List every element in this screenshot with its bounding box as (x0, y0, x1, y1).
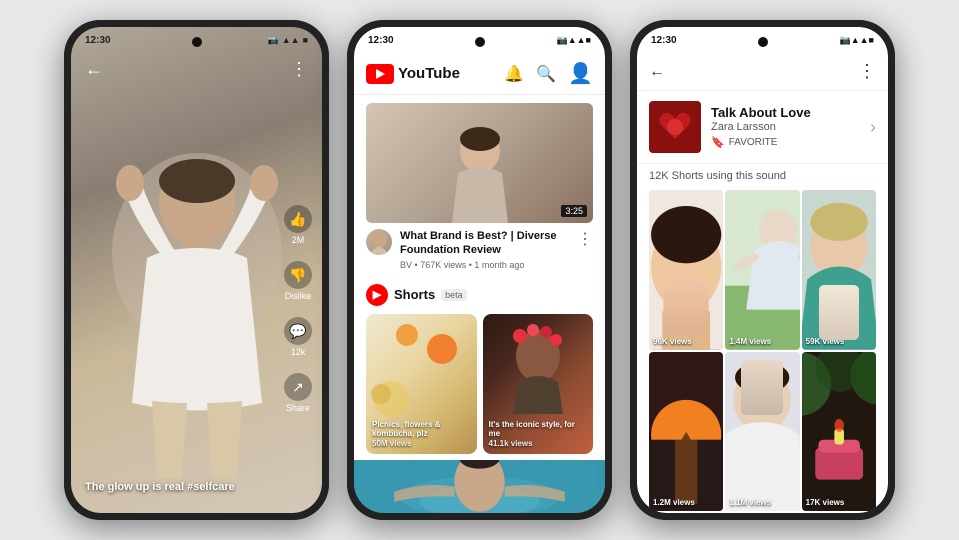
like-count: 2M (292, 235, 305, 245)
caption-text: The glow up is real #selfcare (85, 481, 272, 493)
video-title[interactable]: What Brand is Best? | Diverse Foundation… (400, 229, 569, 258)
grid-views-5: 1.1M views (729, 498, 771, 507)
profile-icon[interactable]: 👤 (568, 61, 593, 86)
pool-section (354, 460, 605, 513)
grid-item-5[interactable]: 1.1M views (725, 352, 799, 512)
shorts-header: ▶ Shorts beta (366, 284, 593, 306)
song-title: Talk About Love (711, 105, 860, 120)
more-options-icon[interactable]: ⋮ (290, 59, 308, 80)
sound-card: Talk About Love Zara Larsson 🔖 FAVORITE … (637, 91, 888, 164)
grid-item-3[interactable]: 59K views (802, 190, 876, 350)
short-thumb-2: It's the iconic style, for me 41.1k view… (483, 314, 594, 454)
favorite-row: 🔖 FAVORITE (711, 136, 860, 149)
video-more-icon[interactable]: ⋮ (577, 229, 593, 249)
shorts-section: ▶ Shorts beta (354, 278, 605, 460)
grid-views-6: 17K views (806, 498, 845, 507)
phone3-header: ← ⋮ (637, 53, 888, 91)
grid-item-2[interactable]: 1.4M views (725, 190, 799, 350)
grid-views-1: 96K views (653, 337, 692, 346)
grid-item-6[interactable]: 17K views (802, 352, 876, 512)
video-duration: 3:25 (561, 205, 587, 217)
shorts-label: Shorts (394, 287, 435, 302)
share-icon: ↗ (284, 373, 312, 401)
camera-hole-3 (758, 37, 768, 47)
short-thumb-1: Picnics, flowers & kombucha, plz 50M vie… (366, 314, 477, 454)
comment-count: 12k (291, 347, 306, 357)
short-item-2[interactable]: It's the iconic style, for me 41.1k view… (483, 314, 594, 454)
header-actions: 🔔 🔍 👤 (504, 61, 593, 86)
video-caption: The glow up is real #selfcare (85, 481, 272, 493)
grid-views-4: 1.2M views (653, 498, 695, 507)
short-2-title: It's the iconic style, for me (489, 420, 588, 438)
next-icon[interactable]: › (870, 117, 876, 138)
dislike-action[interactable]: 👎 Dislike (284, 261, 312, 301)
sound-thumbnail (649, 101, 701, 153)
share-label: Share (286, 403, 310, 413)
view-count: 767K views (420, 260, 466, 270)
grid-item-4[interactable]: 1.2M views (649, 352, 723, 512)
shorts-logo: ▶ (366, 284, 388, 306)
youtube-logo[interactable]: YouTube (366, 64, 460, 84)
dislike-label: Dislike (285, 291, 312, 301)
video-subtitle: BV • 767K views • 1 month ago (400, 260, 569, 270)
dislike-icon: 👎 (284, 261, 312, 289)
youtube-logo-icon (366, 64, 394, 84)
short-1-caption: Picnics, flowers & kombucha, plz 50M vie… (372, 420, 471, 448)
camera-hole-2 (475, 37, 485, 47)
more-icon-3[interactable]: ⋮ (858, 61, 876, 82)
share-action[interactable]: ↗ Share (284, 373, 312, 413)
short-1-title: Picnics, flowers & kombucha, plz (372, 420, 471, 438)
back-arrow-icon[interactable]: ← (85, 59, 103, 80)
comment-action[interactable]: 💬 12k (284, 317, 312, 357)
like-icon: 👍 (284, 205, 312, 233)
time-2: 12:30 (368, 35, 394, 46)
search-icon[interactable]: 🔍 (536, 64, 556, 84)
shorts-beta-badge: beta (441, 289, 467, 301)
video-info: What Brand is Best? | Diverse Foundation… (400, 229, 569, 270)
channel-avatar (366, 229, 392, 255)
favorite-label[interactable]: FAVORITE (729, 137, 778, 148)
actions-panel: 👍 2M 👎 Dislike 💬 12k ↗ Share (284, 205, 312, 413)
like-action[interactable]: 👍 2M (284, 205, 312, 245)
pool-thumbnail (354, 460, 605, 513)
grid-views-3: 59K views (806, 337, 845, 346)
status-icons-2: 📷▲▲■ (557, 35, 591, 46)
phone-1: 12:30 📷 ▲▲ ■ ← ⋮ (64, 20, 329, 520)
short-item-1[interactable]: Picnics, flowers & kombucha, plz 50M vie… (366, 314, 477, 454)
time-1: 12:30 (85, 35, 111, 46)
shorts-grid-3: 96K views (637, 188, 888, 513)
top-controls-1: ← ⋮ (71, 53, 322, 86)
thumb-person (440, 123, 520, 223)
comment-icon: 💬 (284, 317, 312, 345)
short-2-caption: It's the iconic style, for me 41.1k view… (489, 420, 588, 448)
bookmark-icon: 🔖 (711, 136, 725, 149)
grid-views-2: 1.4M views (729, 337, 771, 346)
short-1-views: 50M views (372, 439, 471, 448)
person-silhouette (107, 123, 287, 483)
sounds-count: 12K Shorts using this sound (637, 164, 888, 188)
status-icons-1: 📷 ▲▲ ■ (268, 35, 308, 46)
grid-item-1[interactable]: 96K views (649, 190, 723, 350)
notification-icon[interactable]: 🔔 (504, 64, 524, 84)
camera-hole (192, 37, 202, 47)
back-icon-3[interactable]: ← (649, 63, 665, 81)
video-thumbnail[interactable]: 3:25 (366, 103, 593, 223)
sounds-count-text: 12K Shorts using this sound (649, 170, 786, 182)
phone-3: 12:30 📷▲▲■ ← ⋮ (630, 20, 895, 520)
channel-name: BV (400, 260, 412, 270)
short-2-views: 41.1k views (489, 439, 588, 448)
time-3: 12:30 (651, 35, 677, 46)
phone-2: 12:30 📷▲▲■ YouTube 🔔 🔍 👤 (347, 20, 612, 520)
song-artist: Zara Larsson (711, 121, 860, 133)
sound-info: Talk About Love Zara Larsson 🔖 FAVORITE (711, 105, 860, 149)
time-ago: 1 month ago (474, 260, 524, 270)
video-metadata: What Brand is Best? | Diverse Foundation… (366, 229, 593, 270)
youtube-logo-text: YouTube (398, 65, 460, 82)
shorts-grid: Picnics, flowers & kombucha, plz 50M vie… (366, 314, 593, 454)
youtube-header: YouTube 🔔 🔍 👤 (354, 53, 605, 95)
video-card: 3:25 What Brand is Best? | Diverse Found… (354, 95, 605, 278)
status-icons-3: 📷▲▲■ (840, 35, 874, 46)
